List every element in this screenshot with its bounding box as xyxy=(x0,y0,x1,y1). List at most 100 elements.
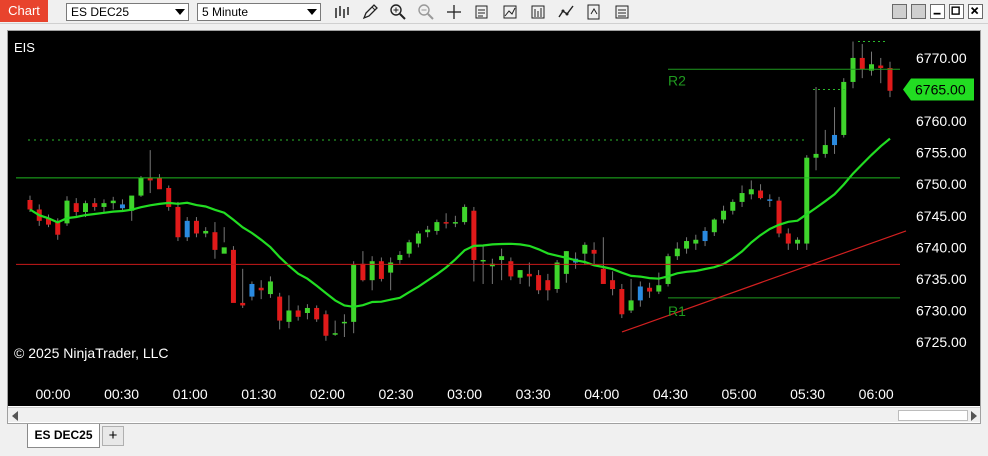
close-button[interactable] xyxy=(968,4,983,19)
candle-body xyxy=(665,256,671,284)
window-option-button-2[interactable] xyxy=(911,4,926,19)
candle-body xyxy=(674,248,680,257)
candle-body xyxy=(554,262,560,290)
candle-body xyxy=(739,193,745,202)
candle-body xyxy=(277,296,283,321)
chart-trader-icon[interactable] xyxy=(557,3,575,21)
candle-body xyxy=(452,222,458,224)
instrument-label: EIS xyxy=(14,40,35,55)
y-tick-label: 6735.00 xyxy=(916,271,967,287)
r2-label: R2 xyxy=(668,72,686,88)
candle-body xyxy=(508,261,514,277)
r1-label: R1 xyxy=(668,303,686,319)
candle-body xyxy=(82,203,88,212)
x-tick-label: 01:00 xyxy=(173,386,208,402)
candle-body xyxy=(711,219,717,233)
window-option-button[interactable] xyxy=(892,4,907,19)
candle-body xyxy=(795,239,801,244)
data-box-icon[interactable] xyxy=(473,3,491,21)
properties-icon[interactable] xyxy=(585,3,603,21)
candle-body xyxy=(619,289,625,315)
candle-body xyxy=(332,333,338,335)
y-tick-label: 6740.00 xyxy=(916,239,967,255)
x-tick-label: 05:30 xyxy=(790,386,825,402)
candle-body xyxy=(73,203,79,212)
crosshair-icon[interactable] xyxy=(445,3,463,21)
candle-body xyxy=(637,286,643,301)
candle-body xyxy=(850,57,856,82)
candle-body xyxy=(110,200,116,204)
candle-body xyxy=(758,190,764,199)
candle-body xyxy=(813,153,819,158)
scroll-right-icon[interactable] xyxy=(971,411,977,421)
candle-body xyxy=(203,230,209,234)
indicators-icon[interactable] xyxy=(501,3,519,21)
candle-body xyxy=(748,189,754,195)
candle-body xyxy=(267,281,273,295)
candle-body xyxy=(702,230,708,242)
candle-body xyxy=(721,210,727,220)
candle-body xyxy=(887,68,893,91)
instrument-select-value: ES DEC25 xyxy=(71,5,130,19)
candle-body xyxy=(526,273,532,277)
zoom-in-icon[interactable] xyxy=(389,3,407,21)
candle-body xyxy=(314,307,320,320)
x-tick-label: 05:00 xyxy=(721,386,756,402)
candle-body xyxy=(360,263,366,281)
x-tick-label: 02:30 xyxy=(378,386,413,402)
candle-body xyxy=(776,200,782,234)
candle-body xyxy=(517,270,523,278)
candle-body xyxy=(304,307,310,314)
zoom-out-icon[interactable] xyxy=(417,3,435,21)
tab-es-dec25[interactable]: ES DEC25 xyxy=(27,424,100,448)
x-tick-label: 02:00 xyxy=(310,386,345,402)
minimize-button[interactable] xyxy=(930,4,945,19)
x-tick-label: 04:00 xyxy=(584,386,619,402)
instrument-select[interactable]: ES DEC25 xyxy=(66,3,189,21)
candle-body xyxy=(443,222,449,224)
candle-body xyxy=(480,259,486,262)
pencil-icon[interactable] xyxy=(361,3,379,21)
candle-body xyxy=(591,249,597,254)
moving-average-line xyxy=(29,137,891,308)
interval-select[interactable]: 5 Minute xyxy=(197,3,321,21)
candle-body xyxy=(684,241,690,249)
candle-body xyxy=(138,177,144,196)
candle-body xyxy=(258,287,264,291)
candle-body xyxy=(859,57,865,70)
y-tick-label: 6730.00 xyxy=(916,302,967,318)
scroll-left-icon[interactable] xyxy=(12,411,18,421)
add-tab-button[interactable]: + xyxy=(102,426,124,446)
candle-body xyxy=(610,280,616,290)
strategies-icon[interactable] xyxy=(529,3,547,21)
candle-body xyxy=(397,254,403,260)
candle-body xyxy=(767,199,773,201)
instrument-tabs: ES DEC25 + xyxy=(0,424,988,456)
maximize-button[interactable] xyxy=(949,4,964,19)
x-tick-label: 00:30 xyxy=(104,386,139,402)
chart-menu-button[interactable]: Chart xyxy=(0,0,48,22)
candle-body xyxy=(212,232,218,250)
candle-body xyxy=(92,203,98,207)
candle-body xyxy=(286,310,292,322)
trend-line xyxy=(621,230,907,333)
x-tick-label: 04:30 xyxy=(653,386,688,402)
candle-body xyxy=(471,210,477,260)
candle-body xyxy=(647,287,653,292)
candle-body xyxy=(415,233,421,244)
candle-body xyxy=(785,233,791,244)
chevron-down-icon xyxy=(307,9,317,15)
candle-body xyxy=(425,229,431,233)
candle-body xyxy=(230,249,236,303)
y-tick-label: 6770.00 xyxy=(916,50,967,66)
copyright-text: © 2025 NinjaTrader, LLC xyxy=(14,345,169,361)
candle-body xyxy=(822,145,828,154)
x-tick-label: 03:30 xyxy=(516,386,551,402)
templates-icon[interactable] xyxy=(613,3,631,21)
horizontal-scrollbar[interactable] xyxy=(8,407,980,422)
bar-type-icon[interactable] xyxy=(333,3,351,21)
candle-body xyxy=(378,261,384,279)
scrollbar-thumb[interactable] xyxy=(898,410,968,421)
candle-body xyxy=(656,285,662,292)
candle-body xyxy=(193,220,199,234)
